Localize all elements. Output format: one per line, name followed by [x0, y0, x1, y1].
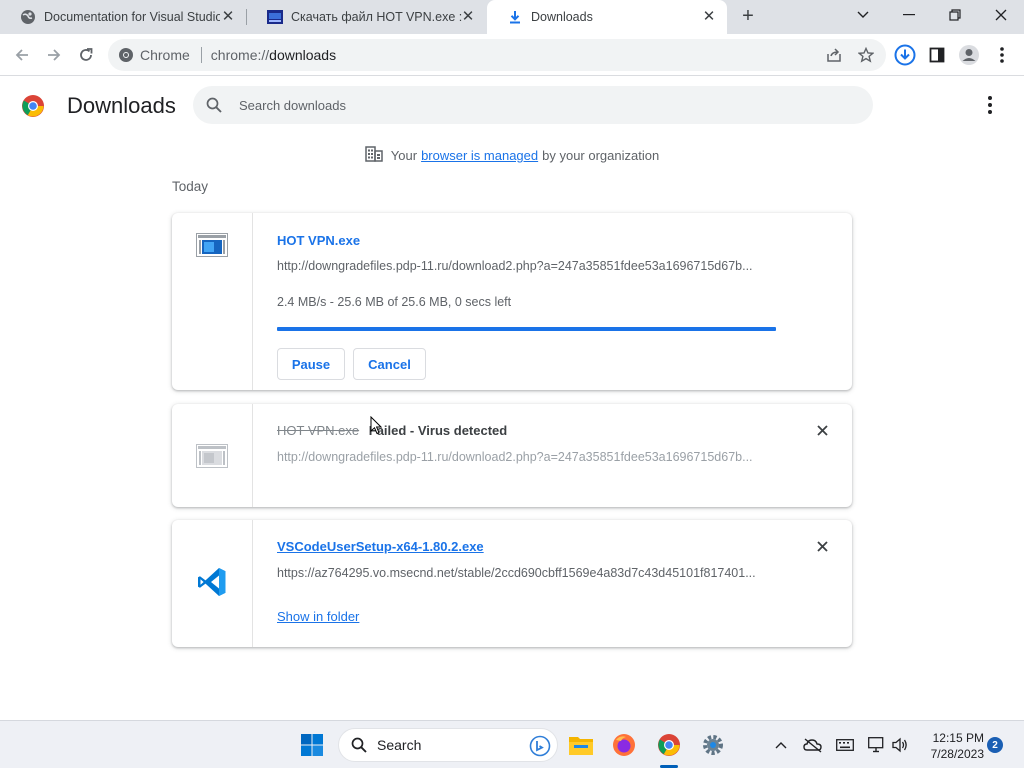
tab-title: Documentation for Visual Studio — [44, 10, 220, 24]
network-icon[interactable] — [867, 735, 887, 755]
notification-count-badge[interactable]: 2 — [987, 737, 1003, 753]
page-title: Downloads — [67, 93, 176, 118]
new-tab-plus-icon[interactable]: + — [738, 6, 758, 27]
browser-managed-link[interactable]: browser is managed — [421, 148, 538, 163]
failed-file-name: HOT VPN.exe — [277, 423, 360, 438]
download-item-in-progress: HOT VPN.exe http://downgradefiles.pdp-11… — [172, 213, 852, 390]
minimize-icon[interactable] — [886, 0, 932, 30]
tab-title: Скачать файл HOT VPN.exe :: Фа — [291, 10, 463, 24]
failed-download-line: HOT VPN.exe Failed - Virus detected — [277, 423, 507, 438]
exe-file-icon — [196, 233, 228, 257]
taskbar-search-label: Search — [377, 737, 422, 753]
pause-button[interactable]: Pause — [277, 348, 345, 380]
vscode-icon — [196, 566, 228, 600]
tab-strip: Documentation for Visual Studio ✕ Скачат… — [0, 0, 1024, 34]
building-icon — [365, 146, 383, 165]
file-icon-column — [172, 213, 253, 390]
browser-toolbar: Chrome chrome://downloads — [0, 34, 1024, 76]
search-icon — [206, 97, 222, 118]
mouse-cursor-icon — [370, 415, 383, 440]
windows-taskbar: Search 12:15 PM 7/28/2023 2 — [0, 720, 1024, 768]
omnibox-divider — [200, 47, 202, 63]
download-progress-status: 2.4 MB/s - 25.6 MB of 25.6 MB, 0 secs le… — [277, 295, 512, 309]
download-icon — [507, 9, 523, 25]
site-chip-label: Chrome — [140, 47, 190, 63]
download-item-failed: HOT VPN.exe Failed - Virus detected http… — [172, 404, 852, 507]
chrome-small-icon — [119, 48, 133, 62]
reload-icon[interactable] — [73, 42, 99, 68]
download-item-completed: VSCodeUserSetup-x64-1.80.2.exe https://a… — [172, 520, 852, 647]
tab-close-icon[interactable]: ✕ — [220, 9, 236, 25]
url-host: downloads — [269, 47, 337, 63]
url-scheme: chrome:// — [210, 47, 270, 63]
tab-downloads[interactable]: Downloads ✕ — [487, 0, 727, 34]
globe-icon — [20, 9, 36, 25]
back-arrow-icon[interactable] — [9, 42, 35, 68]
tab-documentation[interactable]: Documentation for Visual Studio ✕ — [0, 0, 246, 34]
clock-time: 12:15 PM — [932, 731, 984, 745]
cancel-button[interactable]: Cancel — [353, 348, 426, 380]
share-icon[interactable] — [821, 42, 847, 68]
clock-date: 7/28/2023 — [930, 747, 984, 761]
download-source-url: https://az764295.vo.msecnd.net/stable/2c… — [277, 566, 756, 580]
file-icon-column — [172, 404, 253, 507]
restore-icon[interactable] — [932, 0, 978, 30]
bookmark-star-icon[interactable] — [853, 42, 879, 68]
download-file-name-link[interactable]: HOT VPN.exe — [277, 233, 360, 248]
tab-close-icon[interactable]: ✕ — [701, 9, 717, 25]
download-source-url: http://downgradefiles.pdp-11.ru/download… — [277, 450, 753, 464]
tab-hot-vpn[interactable]: Скачать файл HOT VPN.exe :: Фа ✕ — [247, 0, 486, 34]
taskbar-search-icon — [351, 737, 367, 753]
tab-title: Downloads — [531, 10, 593, 24]
file-icon-column — [172, 520, 253, 647]
blocked-file-icon — [196, 444, 228, 468]
file-explorer-icon[interactable] — [565, 729, 597, 761]
keyboard-icon[interactable] — [835, 735, 855, 755]
search-downloads-input[interactable] — [239, 86, 839, 124]
tab-search-chevron-icon[interactable] — [840, 0, 886, 30]
chrome-logo-icon — [21, 94, 45, 123]
site-info-chip[interactable]: Chrome — [108, 47, 190, 63]
downloads-header: Downloads — [0, 77, 1024, 133]
side-panel-icon[interactable] — [924, 42, 950, 68]
chrome-menu-icon[interactable] — [989, 42, 1015, 68]
taskbar-search-box[interactable]: Search — [338, 728, 558, 762]
taskbar-clock[interactable]: 12:15 PM 7/28/2023 — [918, 730, 984, 762]
download-progress-bar — [277, 327, 776, 331]
onedrive-offline-icon[interactable] — [803, 735, 823, 755]
firefox-icon[interactable] — [608, 729, 640, 761]
settings-gear-icon[interactable] — [697, 729, 729, 761]
remove-close-icon[interactable] — [812, 420, 832, 440]
failed-status-text: Failed - Virus detected — [368, 423, 508, 438]
chrome-taskbar-icon[interactable] — [653, 729, 685, 761]
windows-start-icon[interactable] — [296, 729, 328, 761]
address-bar[interactable]: Chrome chrome://downloads — [108, 39, 886, 71]
downloads-toolbar-icon[interactable] — [892, 42, 918, 68]
show-hidden-icons-chevron-icon[interactable] — [771, 735, 791, 755]
profile-avatar-icon[interactable] — [956, 42, 982, 68]
volume-icon[interactable] — [890, 735, 910, 755]
remove-close-icon[interactable] — [812, 536, 832, 556]
download-source-url: http://downgradefiles.pdp-11.ru/download… — [277, 259, 753, 273]
site-favicon-icon — [267, 9, 283, 25]
managed-prefix: Your — [390, 148, 418, 163]
download-progress-fill — [277, 327, 776, 331]
date-section-label: Today — [172, 179, 209, 194]
window-close-icon[interactable] — [978, 0, 1024, 30]
tab-close-icon[interactable]: ✕ — [460, 9, 476, 25]
managed-notice: Your browser is managed by your organiza… — [0, 146, 1024, 165]
more-actions-icon[interactable] — [980, 95, 1000, 115]
show-in-folder-link[interactable]: Show in folder — [277, 609, 359, 624]
download-file-name-link[interactable]: VSCodeUserSetup-x64-1.80.2.exe — [277, 539, 484, 554]
forward-arrow-icon[interactable] — [41, 42, 67, 68]
search-downloads-bar[interactable] — [193, 86, 873, 124]
bing-icon — [529, 735, 551, 760]
managed-suffix: by your organization — [542, 148, 660, 163]
